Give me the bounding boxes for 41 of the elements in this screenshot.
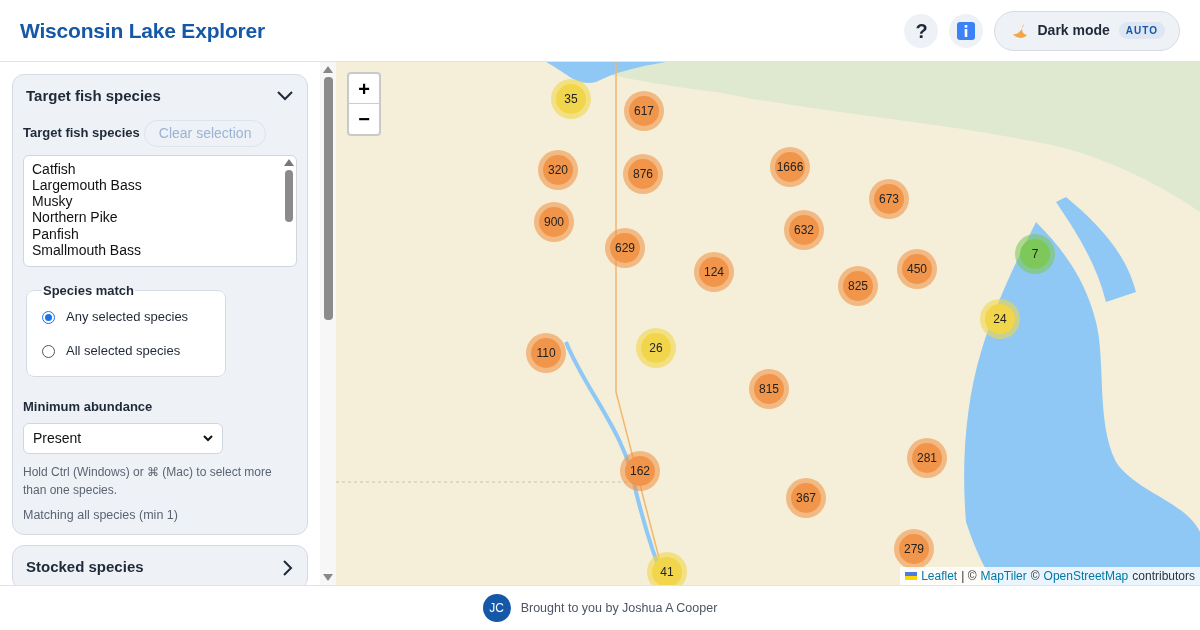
radio-button[interactable]: [42, 344, 55, 358]
status-text: Matching all species (min 1): [23, 506, 179, 524]
accordion-header[interactable]: Target fish species: [13, 75, 307, 118]
help-button[interactable]: ?: [904, 13, 939, 48]
chevron-right-icon: [282, 558, 294, 577]
flag-icon: [905, 572, 918, 580]
accordion-header[interactable]: Stocked species: [13, 546, 307, 585]
dark-mode-button[interactable]: Dark mode AUTO: [994, 10, 1180, 51]
group-legend: Species match: [42, 280, 136, 300]
sidebar-scrollbar[interactable]: [320, 62, 336, 585]
chevron-down-icon: [276, 90, 294, 103]
maptiler-link[interactable]: MapTiler: [980, 567, 1027, 585]
app-title: Wisconsin Lake Explorer: [20, 17, 265, 44]
field-label: Minimum abundance: [23, 398, 154, 416]
radio-label: All selected species: [66, 342, 181, 361]
species-list[interactable]: Catfish Largemouth Bass Musky Northern Pike Panfish Smallmouth Bass: [23, 154, 297, 267]
abundance-select[interactable]: Present: [23, 422, 223, 454]
radio-label: Any selected species: [66, 308, 189, 327]
leaflet-link[interactable]: Leaflet: [921, 567, 958, 585]
species-option[interactable]: Panfish: [32, 225, 282, 242]
species-option[interactable]: Smallmouth Bass: [32, 242, 282, 259]
zoom-in-button[interactable]: +: [349, 74, 379, 104]
hint-text: Hold Ctrl (Windows) or ⌘ (Mac) to select more than one species.: [23, 463, 273, 499]
info-icon: [957, 21, 976, 40]
avatar: JC: [482, 594, 511, 622]
zoom-out-button[interactable]: −: [349, 104, 379, 134]
species-option[interactable]: Musky: [32, 193, 282, 210]
auto-badge: AUTO: [1118, 22, 1165, 39]
attribution-text: | ©: [961, 568, 977, 585]
caret-icon: [203, 434, 213, 442]
field-label: Target fish species: [23, 124, 140, 143]
attribution-text: contributors: [1132, 568, 1195, 585]
species-option[interactable]: Northern Pike: [32, 209, 282, 226]
map[interactable]: + − 35 617 320 876 1666 673 900 632 629 124 450 825 7 24 110 26 815 162 281 367 279 41 Leaflet | © MapTiler © OpenStreetMap contributors: [336, 62, 1200, 585]
species-option[interactable]: Catfish: [32, 160, 282, 177]
species-option[interactable]: Largemouth Bass: [32, 176, 282, 194]
openstreetmap-link[interactable]: OpenStreetMap: [1043, 567, 1129, 585]
radio-button[interactable]: [42, 310, 55, 324]
info-button[interactable]: [949, 13, 984, 48]
credit-text: Brought to you by Joshua A Cooper: [520, 599, 718, 617]
attribution-text: ©: [1030, 568, 1040, 585]
